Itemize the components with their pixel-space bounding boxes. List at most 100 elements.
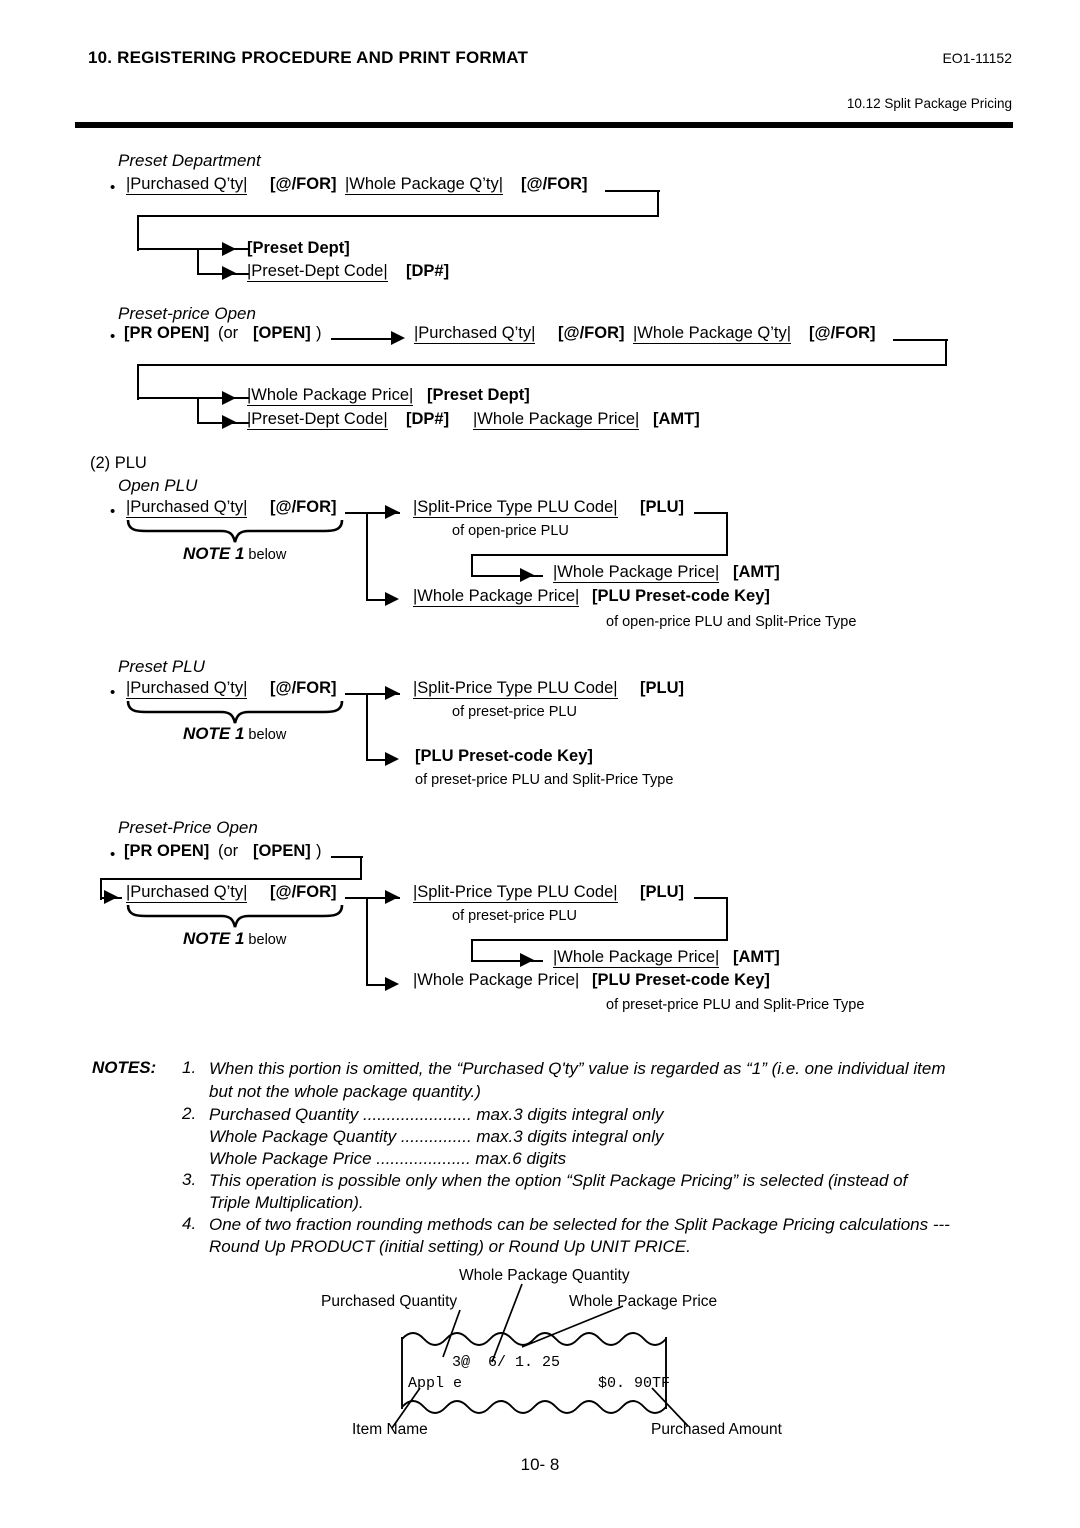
connector-line <box>137 364 140 400</box>
connector-line <box>726 897 729 941</box>
note-text: One of two fraction rounding methods can… <box>209 1215 950 1234</box>
connector-line <box>366 512 369 601</box>
sub-open-price-plu-split-1: of open-price PLU and Split-Price Type <box>606 614 857 630</box>
arrow-right-icon <box>385 890 399 904</box>
field-split-price-plu-code-1: |Split-Price Type PLU Code| <box>413 498 618 518</box>
sub-preset-price-plu-split-1: of preset-price PLU and Split-Price Type <box>415 772 674 788</box>
label-item-name: Item Name <box>352 1421 428 1438</box>
connector-line <box>471 939 474 962</box>
connector-line <box>197 397 200 424</box>
field-purchased-qty-1: |Purchased Q’ty| <box>126 175 248 195</box>
note-text: Round Up PRODUCT (initial setting) or Ro… <box>209 1237 691 1256</box>
connector-line <box>605 190 660 193</box>
connector-line <box>331 338 393 341</box>
bullet-preset-price-open-plu: • <box>110 846 116 863</box>
connector-line <box>694 897 728 900</box>
note-text: Whole Package Quantity ............... m… <box>209 1127 664 1146</box>
connector-line <box>726 512 729 556</box>
arrow-right-icon <box>104 890 118 904</box>
branch-preset-dept: [Preset Dept] <box>247 239 350 257</box>
heading-open-plu: Open PLU <box>118 476 198 495</box>
arrow-right-icon <box>520 953 534 967</box>
key-at-for-6: [@/FOR] <box>270 679 337 697</box>
or-text-plu: (or <box>218 842 239 860</box>
arrow-right-icon <box>222 266 236 280</box>
connector-line <box>471 554 474 577</box>
key-at-for-5: [@/FOR] <box>270 498 337 516</box>
key-at-for-3: [@/FOR] <box>558 324 625 342</box>
key-plu-preset-code-3: [PLU Preset-code Key] <box>592 971 770 989</box>
key-pr-open-plu: [PR OPEN] <box>124 842 210 860</box>
note-brace-icon <box>126 518 344 544</box>
key-amt-3: [AMT] <box>733 948 780 966</box>
note-text: Purchased Quantity .....................… <box>209 1105 664 1124</box>
arrow-right-icon <box>385 752 399 766</box>
key-open-dept: [OPEN] <box>253 324 311 342</box>
field-preset-dept-code-2: |Preset-Dept Code| <box>247 410 388 430</box>
key-amt-2: [AMT] <box>733 563 780 581</box>
connector-line <box>366 897 369 986</box>
arrow-right-icon <box>385 505 399 519</box>
arrow-right-icon <box>385 686 399 700</box>
arrow-right-icon <box>385 977 399 991</box>
label-purchased-quantity: Purchased Quantity <box>321 1293 458 1310</box>
key-plu-preset-code-2: [PLU Preset-code Key] <box>415 747 593 765</box>
sub-preset-price-plu-2: of preset-price PLU <box>452 908 577 924</box>
connector-line <box>471 554 728 557</box>
field-split-price-plu-code-3: |Split-Price Type PLU Code| <box>413 883 618 903</box>
key-dp-2: [DP#] <box>406 410 450 428</box>
note-reference-bold: NOTE 1 <box>183 724 245 743</box>
field-split-price-plu-code-2: |Split-Price Type PLU Code| <box>413 679 618 699</box>
heading-preset-department: Preset Department <box>118 151 261 170</box>
arrow-right-icon <box>520 568 534 582</box>
document-page: 10. REGISTERING PROCEDURE AND PRINT FORM… <box>0 0 1080 1528</box>
receipt-slip <box>401 1332 667 1414</box>
note-number: 2. <box>182 1104 197 1123</box>
notes-label: NOTES: <box>92 1058 157 1077</box>
field-whole-package-qty-2: |Whole Package Q’ty| <box>633 324 792 344</box>
key-dp: [DP#] <box>406 262 450 280</box>
note-text: When this portion is omitted, the “Purch… <box>209 1059 946 1078</box>
connector-line <box>331 856 363 859</box>
note-number: 3. <box>182 1170 197 1189</box>
sub-preset-price-plu-split-2: of preset-price PLU and Split-Price Type <box>606 997 865 1013</box>
connector-line <box>366 693 369 761</box>
bullet-preset-price-open-dept: • <box>110 328 116 345</box>
note-reference-3: NOTE 1 below <box>183 930 286 948</box>
field-whole-package-price-3: |Whole Package Price| <box>553 563 720 583</box>
connector-line <box>100 878 362 881</box>
key-open-plu: [OPEN] <box>253 842 311 860</box>
note-text: but not the whole package quantity.) <box>209 1082 481 1101</box>
connector-line <box>893 339 948 342</box>
connector-line <box>657 190 660 217</box>
field-whole-package-price-5: |Whole Package Price| <box>553 948 720 968</box>
sub-preset-price-plu-1: of preset-price PLU <box>452 704 577 720</box>
receipt-qty-line: 3@ 6/ 1. 25 <box>452 1354 561 1371</box>
note-reference-rest: below <box>244 727 287 743</box>
note-number: 4. <box>182 1214 197 1233</box>
key-pr-open-dept: [PR OPEN] <box>124 324 210 342</box>
field-whole-package-price-2: |Whole Package Price| <box>473 410 640 430</box>
page-number: 10- 8 <box>520 1455 560 1474</box>
label-plu-section: (2) PLU <box>90 454 147 472</box>
key-plu-2: [PLU] <box>640 679 684 697</box>
arrow-right-icon <box>222 391 236 405</box>
note-text: Whole Package Price ....................… <box>209 1149 567 1168</box>
field-whole-package-qty-1: |Whole Package Q’ty| <box>345 175 504 195</box>
close-paren-dept: ) <box>316 324 322 342</box>
note-text: This operation is possible only when the… <box>209 1171 908 1190</box>
field-purchased-qty-2: |Purchased Q’ty| <box>414 324 536 344</box>
key-at-for-2: [@/FOR] <box>521 175 588 193</box>
key-plu-preset-code-1: [PLU Preset-code Key] <box>592 587 770 605</box>
arrow-right-icon <box>222 415 236 429</box>
close-paren-plu: ) <box>316 842 322 860</box>
bullet-preset-plu: • <box>110 684 116 701</box>
connector-line <box>137 215 140 251</box>
note-reference-bold: NOTE 1 <box>183 544 245 563</box>
arrow-right-icon <box>385 592 399 606</box>
label-whole-package-price: Whole Package Price <box>569 1293 718 1310</box>
key-plu-3: [PLU] <box>640 883 684 901</box>
field-whole-package-price-4: |Whole Package Price| <box>413 587 580 607</box>
receipt-amount: $0. 90TF <box>598 1375 671 1392</box>
field-whole-package-price-6: |Whole Package Price| <box>413 971 580 989</box>
